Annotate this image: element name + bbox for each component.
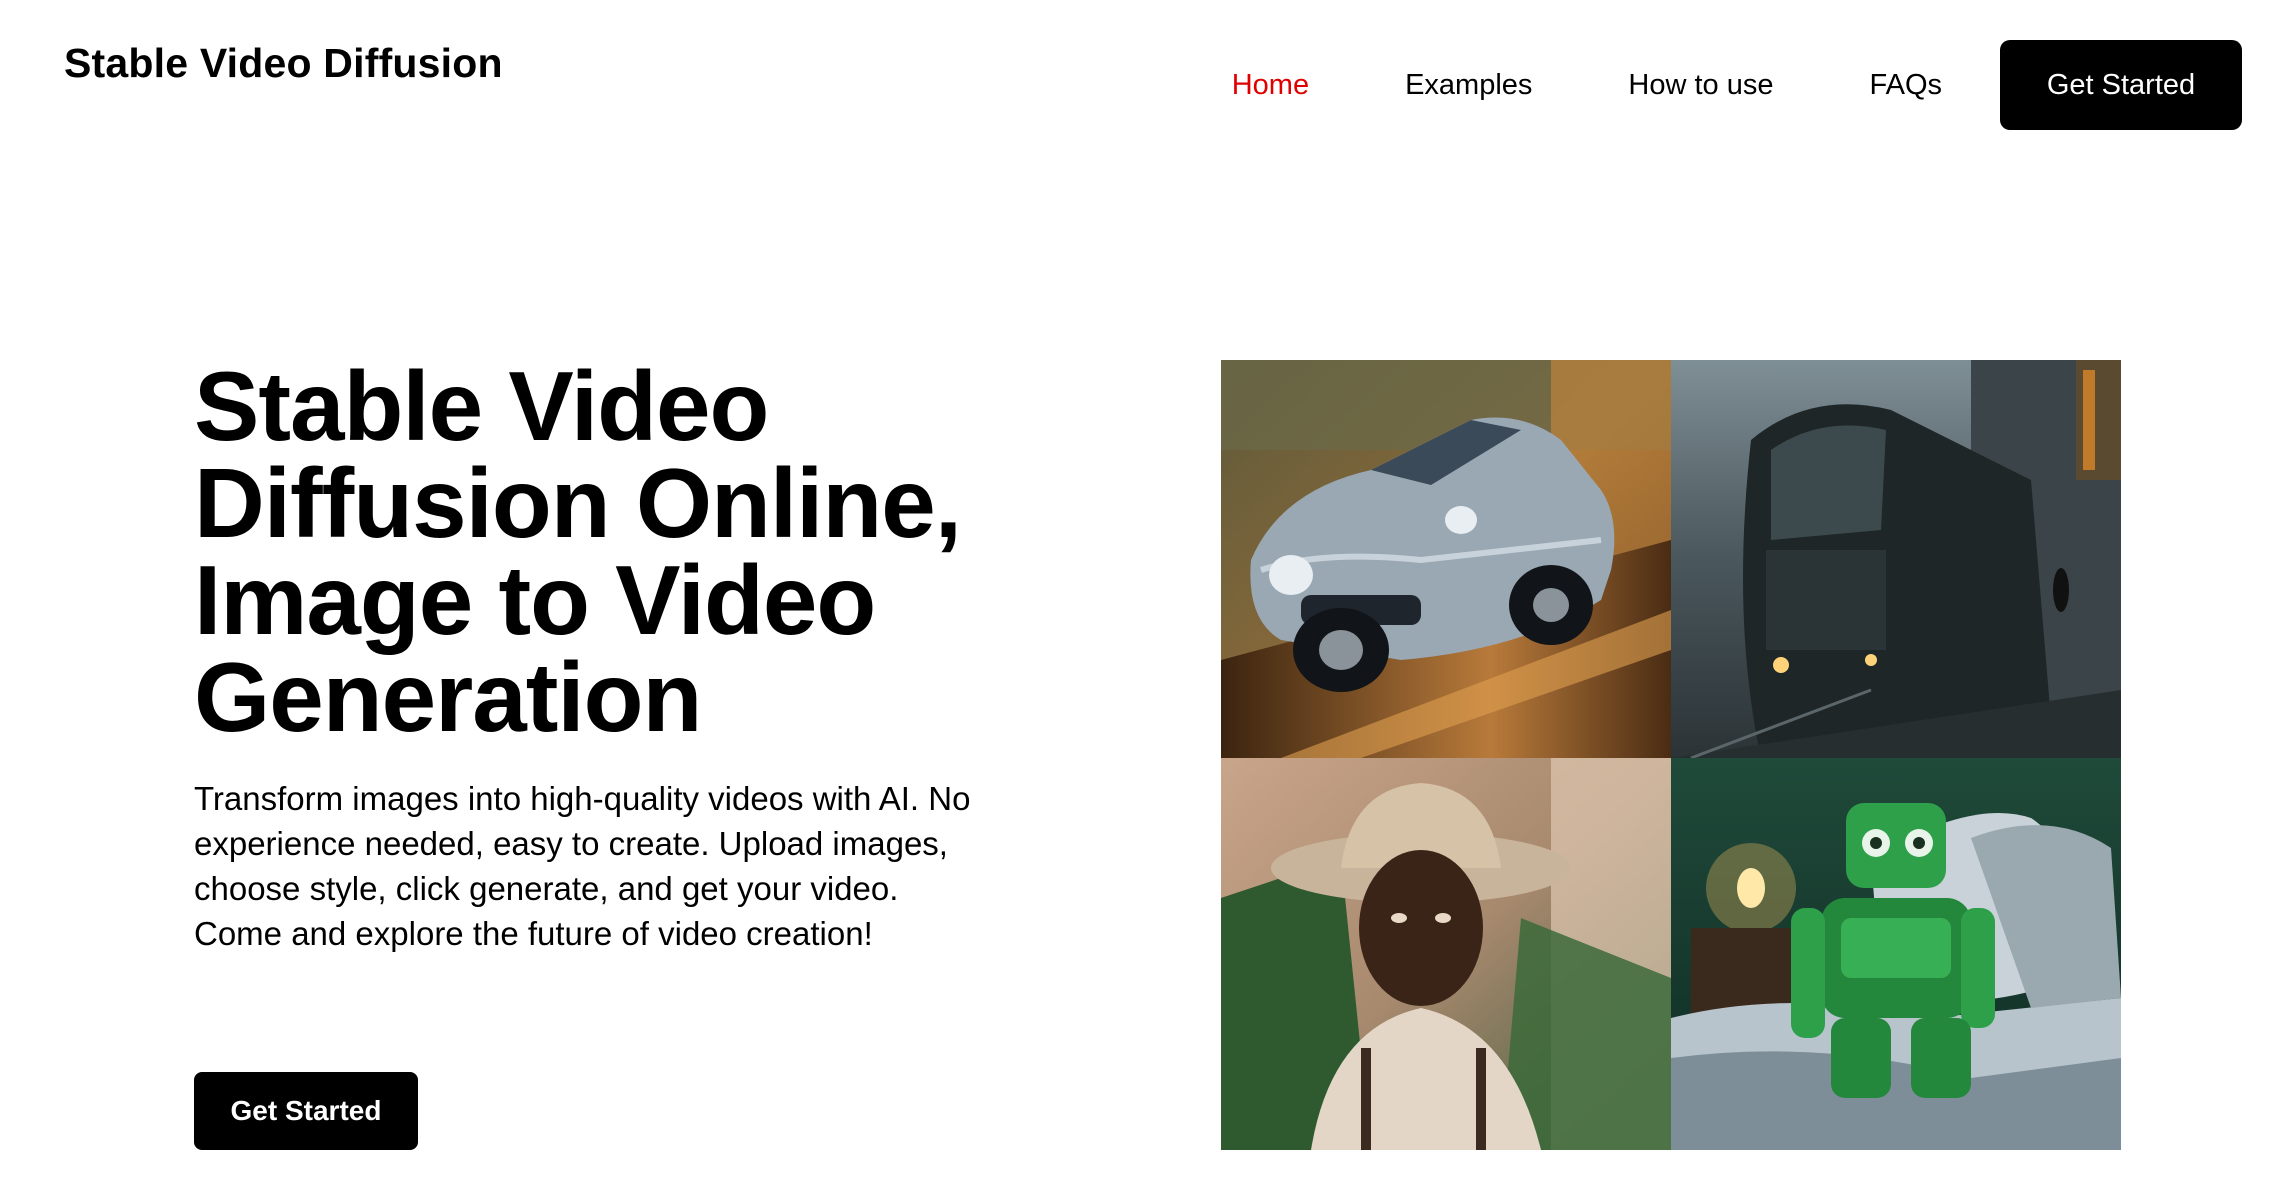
hero-title-line-4: Generation bbox=[194, 642, 702, 752]
hero-image-grid bbox=[1221, 360, 2121, 1150]
site-header: Stable Video Diffusion Home Examples How… bbox=[0, 0, 2282, 170]
green-robot-in-bed-image bbox=[1671, 758, 2121, 1150]
hero-get-started-button[interactable]: Get Started bbox=[194, 1072, 418, 1150]
main-nav: Home Examples How to use FAQs Get Starte… bbox=[1232, 40, 2242, 130]
nav-how-to-use-link[interactable]: How to use bbox=[1628, 69, 1773, 102]
hero-text-section: Stable Video Diffusion Online, Image to … bbox=[194, 357, 1094, 956]
hero-title: Stable Video Diffusion Online, Image to … bbox=[194, 357, 1094, 746]
nav-home-link[interactable]: Home bbox=[1232, 69, 1309, 102]
hero-title-line-3: Image to Video bbox=[194, 545, 876, 655]
site-logo[interactable]: Stable Video Diffusion bbox=[64, 40, 503, 87]
nav-examples-link[interactable]: Examples bbox=[1405, 69, 1532, 102]
vintage-car-image bbox=[1221, 360, 1671, 758]
nav-faqs-link[interactable]: FAQs bbox=[1869, 69, 1942, 102]
cowboy-portrait-image bbox=[1221, 758, 1671, 1150]
hero-title-line-2: Diffusion Online, bbox=[194, 448, 962, 558]
header-get-started-button[interactable]: Get Started bbox=[2000, 40, 2242, 130]
hero-description: Transform images into high-quality video… bbox=[194, 780, 971, 952]
train-in-rain-image bbox=[1671, 360, 2121, 758]
hero-title-line-1: Stable Video bbox=[194, 351, 769, 461]
